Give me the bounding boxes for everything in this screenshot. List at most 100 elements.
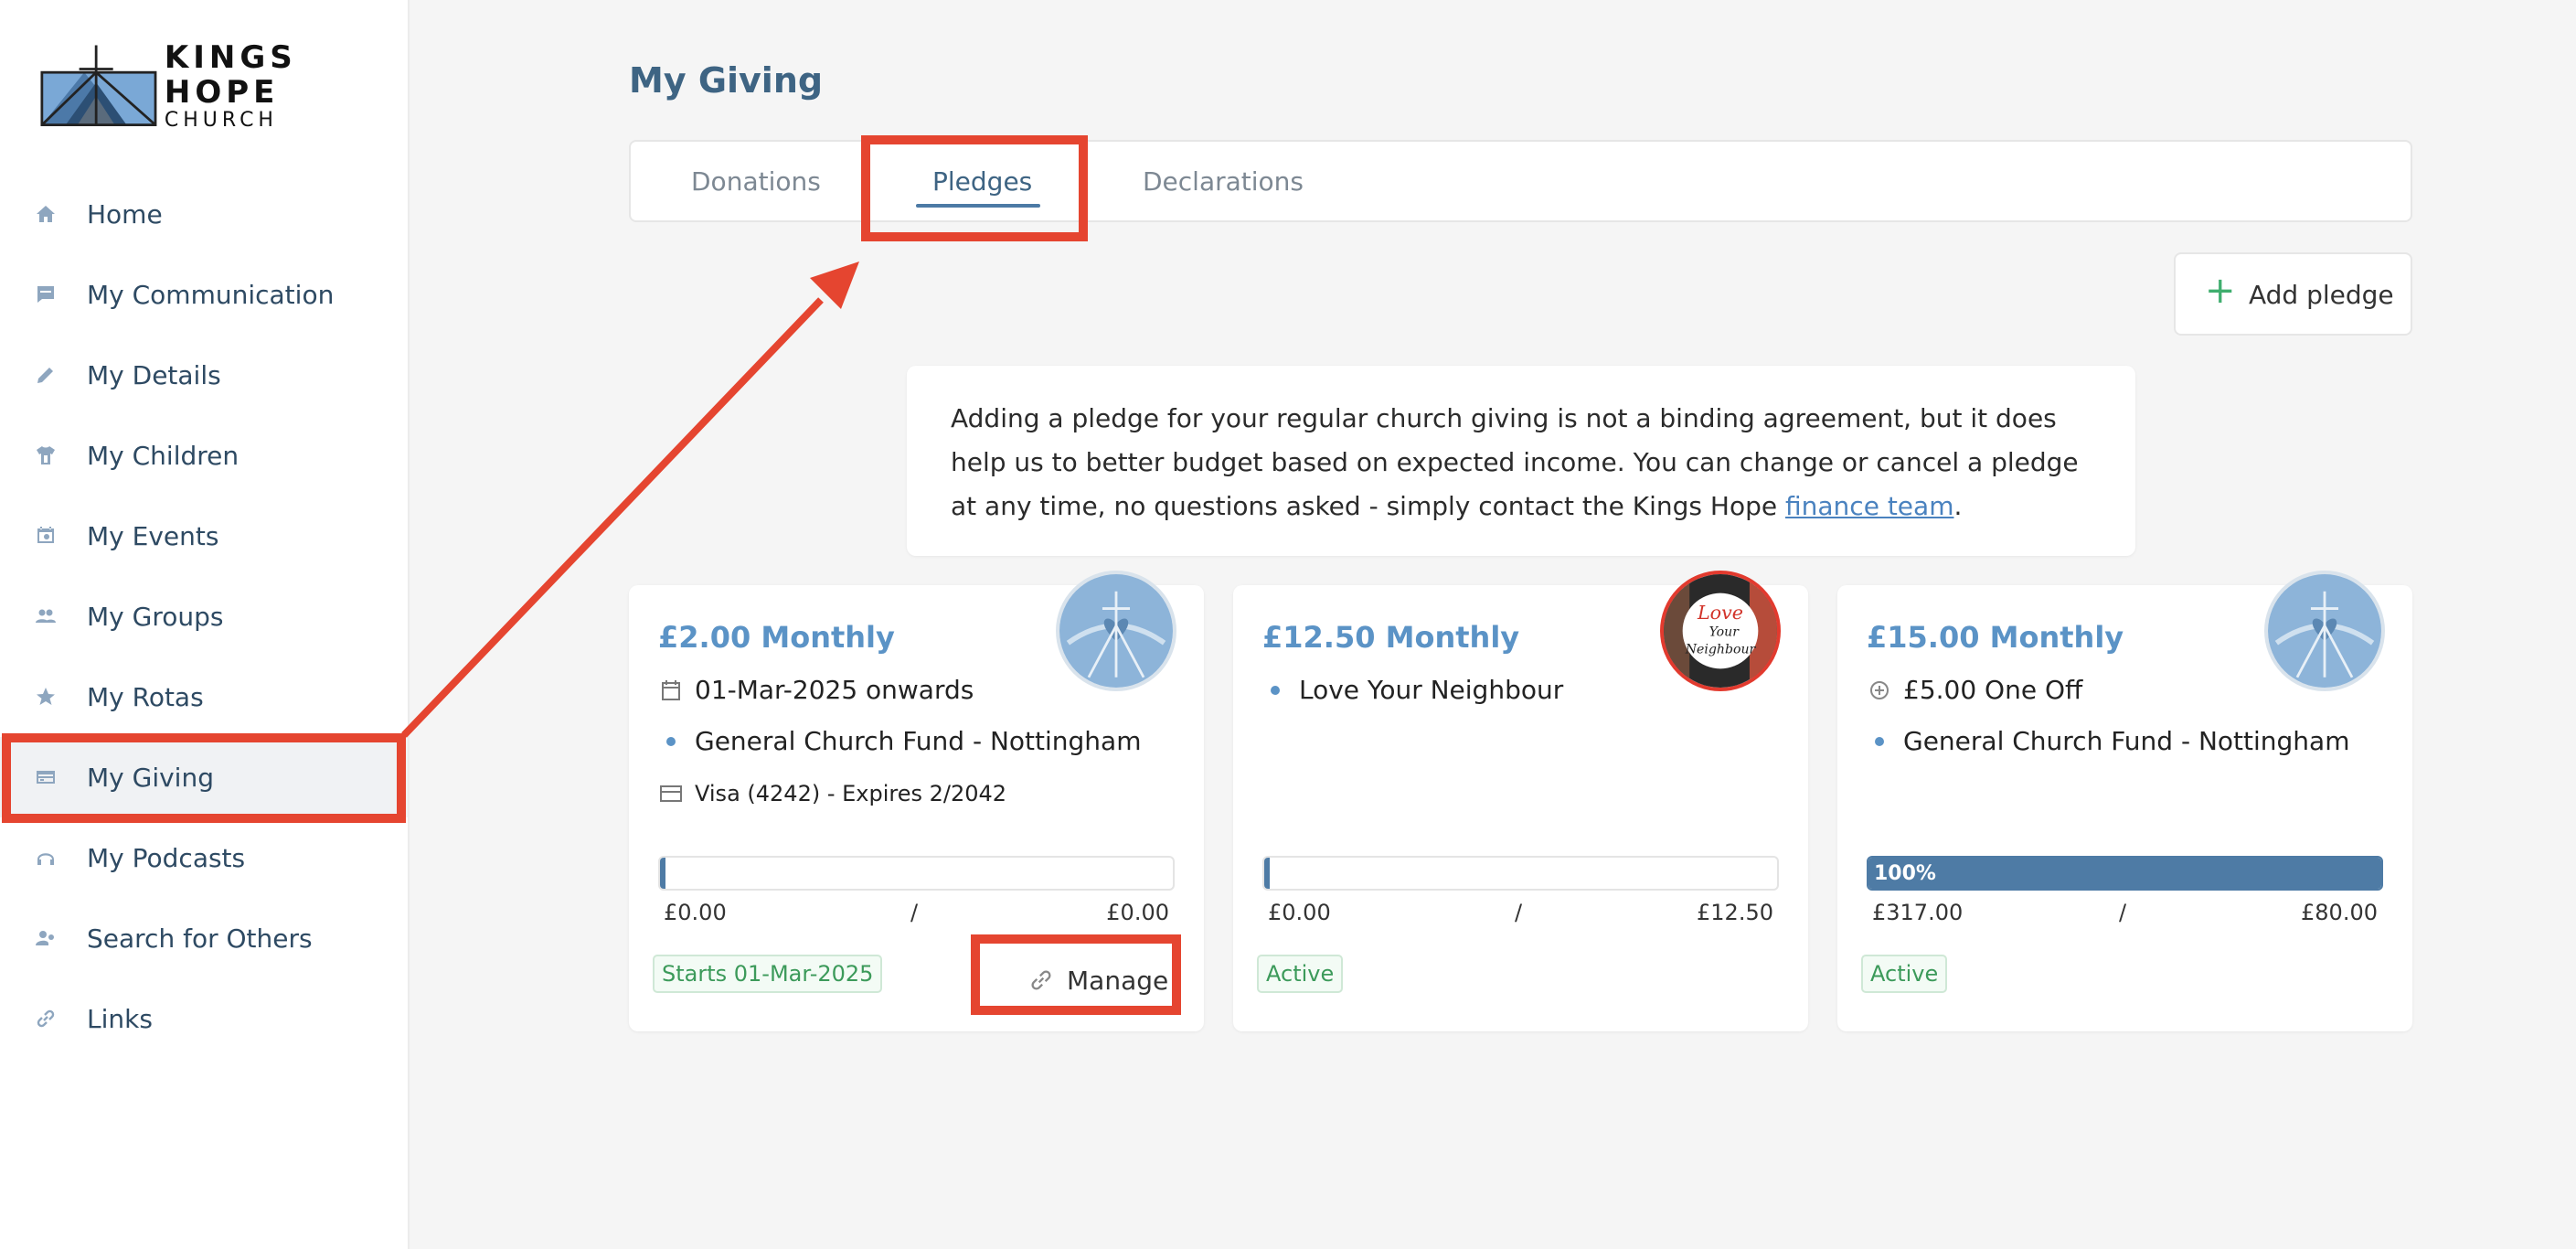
sidebar-item-my-rotas[interactable]: My Rotas: [0, 657, 408, 737]
love-your-neighbour-image-icon: Love Your Neighbour: [1664, 574, 1777, 688]
fund-avatar: [1056, 571, 1176, 691]
one-off-row: £5.00 One Off: [1867, 675, 2082, 705]
sidebar: KINGS HOPE CHURCH Home My Communication …: [0, 0, 410, 1249]
status-badge: Starts 01-Mar-2025: [653, 955, 883, 993]
pledge-start-date-row: 01-Mar-2025 onwards: [658, 675, 974, 705]
pledge-progress-bar: [1262, 856, 1779, 891]
link-icon: [33, 1006, 59, 1031]
pencil-icon: [33, 362, 59, 388]
amount-target: £80.00: [2301, 900, 2378, 925]
credit-card-icon: [658, 785, 684, 803]
manage-label: Manage: [1067, 966, 1169, 996]
pledge-start-date: 01-Mar-2025 onwards: [695, 675, 974, 705]
logo-name-line1: KINGS HOPE: [164, 39, 297, 111]
amount-target: £12.50: [1697, 900, 1773, 925]
amount-target: £0.00: [1106, 900, 1169, 925]
manage-button[interactable]: Manage: [986, 949, 1176, 1013]
plus-circle-icon: [1867, 680, 1892, 700]
sidebar-item-my-communication[interactable]: My Communication: [0, 254, 408, 335]
church-fund-image-icon: [2268, 574, 2381, 688]
pledge-progress-fill: [660, 858, 665, 889]
amount-given: £0.00: [664, 900, 727, 925]
pledge-card[interactable]: £12.50 Monthly Love Your Neighbour Love …: [1233, 571, 1808, 1031]
sidebar-item-label: My Events: [87, 520, 219, 551]
sidebar-item-my-podcasts[interactable]: My Podcasts: [0, 817, 408, 898]
pledge-amounts: £0.00 / £12.50: [1262, 900, 1779, 931]
pledge-card[interactable]: £15.00 Monthly £5.00 One Off General Chu…: [1837, 571, 2412, 1031]
sidebar-item-label: My Children: [87, 440, 240, 471]
status-badge: Active: [1861, 955, 1948, 993]
sidebar-item-label: Search for Others: [87, 923, 313, 954]
avatar-text-love: Love: [1697, 602, 1743, 624]
pledge-payment-row: Visa (4242) - Expires 2/2042: [658, 781, 1006, 806]
amount-separator: /: [1515, 900, 1523, 925]
calendar-clock-icon: [33, 523, 59, 549]
sidebar-item-label: My Groups: [87, 601, 224, 632]
bullet-dot-icon: [1875, 736, 1884, 746]
avatar-text-your: Your: [1709, 625, 1740, 640]
sidebar-item-my-groups[interactable]: My Groups: [0, 576, 408, 657]
sidebar-item-label: Links: [87, 1003, 153, 1034]
pledge-fund-row: Love Your Neighbour: [1262, 675, 1563, 705]
pledge-amount: £12.50 Monthly: [1262, 620, 1520, 655]
avatar-text-neighbour: Neighbour: [1685, 642, 1757, 657]
tab-declarations[interactable]: Declarations: [1143, 142, 1304, 220]
shirt-icon: [33, 443, 59, 468]
sidebar-item-label: My Giving: [87, 762, 214, 793]
pledge-amount: £2.00 Monthly: [658, 620, 895, 655]
amount-separator: /: [910, 900, 919, 925]
sidebar-item-label: My Details: [87, 359, 221, 390]
one-off-amount: £5.00 One Off: [1903, 675, 2083, 705]
church-fund-image-icon: [1059, 574, 1173, 688]
people-icon: [33, 603, 59, 629]
pledge-fund-row: General Church Fund - Nottingham: [1867, 726, 2349, 756]
fund-avatar: Love Your Neighbour: [1660, 571, 1781, 691]
pledge-amount: £15.00 Monthly: [1867, 620, 2124, 655]
add-pledge-button[interactable]: + Add pledge: [2174, 252, 2412, 336]
sidebar-item-label: Home: [87, 198, 163, 230]
sidebar-item-home[interactable]: Home: [0, 174, 408, 254]
pledge-info-panel: Adding a pledge for your regular church …: [907, 366, 2135, 556]
finance-team-link[interactable]: finance team: [1785, 491, 1953, 521]
credit-card-icon: [33, 764, 59, 790]
sidebar-item-my-events[interactable]: My Events: [0, 496, 408, 576]
bullet-dot-icon: [1271, 685, 1280, 695]
pledge-progress-bar: 100%: [1867, 856, 2383, 891]
sidebar-item-links[interactable]: Links: [0, 978, 408, 1059]
sidebar-item-my-details[interactable]: My Details: [0, 335, 408, 415]
link-icon: [1028, 967, 1054, 999]
home-icon: [33, 201, 59, 227]
active-tab-indicator: [916, 204, 1040, 208]
bullet-dot-icon: [666, 736, 676, 746]
tab-label: Donations: [691, 165, 821, 197]
pledge-fund: General Church Fund - Nottingham: [695, 726, 1142, 756]
plus-icon: +: [2205, 270, 2236, 312]
fund-avatar: [2264, 571, 2385, 691]
person-search-icon: [33, 925, 59, 951]
add-pledge-label: Add pledge: [2249, 280, 2394, 310]
page-title: My Giving: [629, 60, 824, 101]
tab-label: Pledges: [932, 165, 1033, 197]
calendar-icon: [658, 679, 684, 701]
info-text-end: .: [1953, 491, 1963, 521]
headphones-icon: [33, 845, 59, 870]
amount-given: £317.00: [1872, 900, 1964, 925]
church-logo[interactable]: KINGS HOPE CHURCH: [40, 40, 408, 132]
amount-given: £0.00: [1268, 900, 1331, 925]
pledge-fund: Love Your Neighbour: [1299, 675, 1564, 705]
payment-method: Visa (4242) - Expires 2/2042: [695, 781, 1007, 806]
sidebar-item-label: My Podcasts: [87, 842, 246, 873]
sidebar-item-label: My Rotas: [87, 681, 204, 712]
sidebar-item-my-giving[interactable]: My Giving: [0, 737, 408, 817]
tab-label: Declarations: [1143, 165, 1304, 197]
amount-separator: /: [2119, 900, 2127, 925]
pledge-progress-fill: [1264, 858, 1270, 889]
tab-pledges[interactable]: Pledges: [932, 142, 1032, 220]
sidebar-item-my-children[interactable]: My Children: [0, 415, 408, 496]
pledge-progress-fill: 100%: [1868, 858, 2381, 889]
pledge-progress-bar: [658, 856, 1175, 891]
tab-donations[interactable]: Donations: [691, 142, 821, 220]
sidebar-item-search-for-others[interactable]: Search for Others: [0, 898, 408, 978]
status-badge: Active: [1257, 955, 1344, 993]
pledge-card[interactable]: £2.00 Monthly 01-Mar-2025 onwards Genera…: [629, 571, 1204, 1031]
